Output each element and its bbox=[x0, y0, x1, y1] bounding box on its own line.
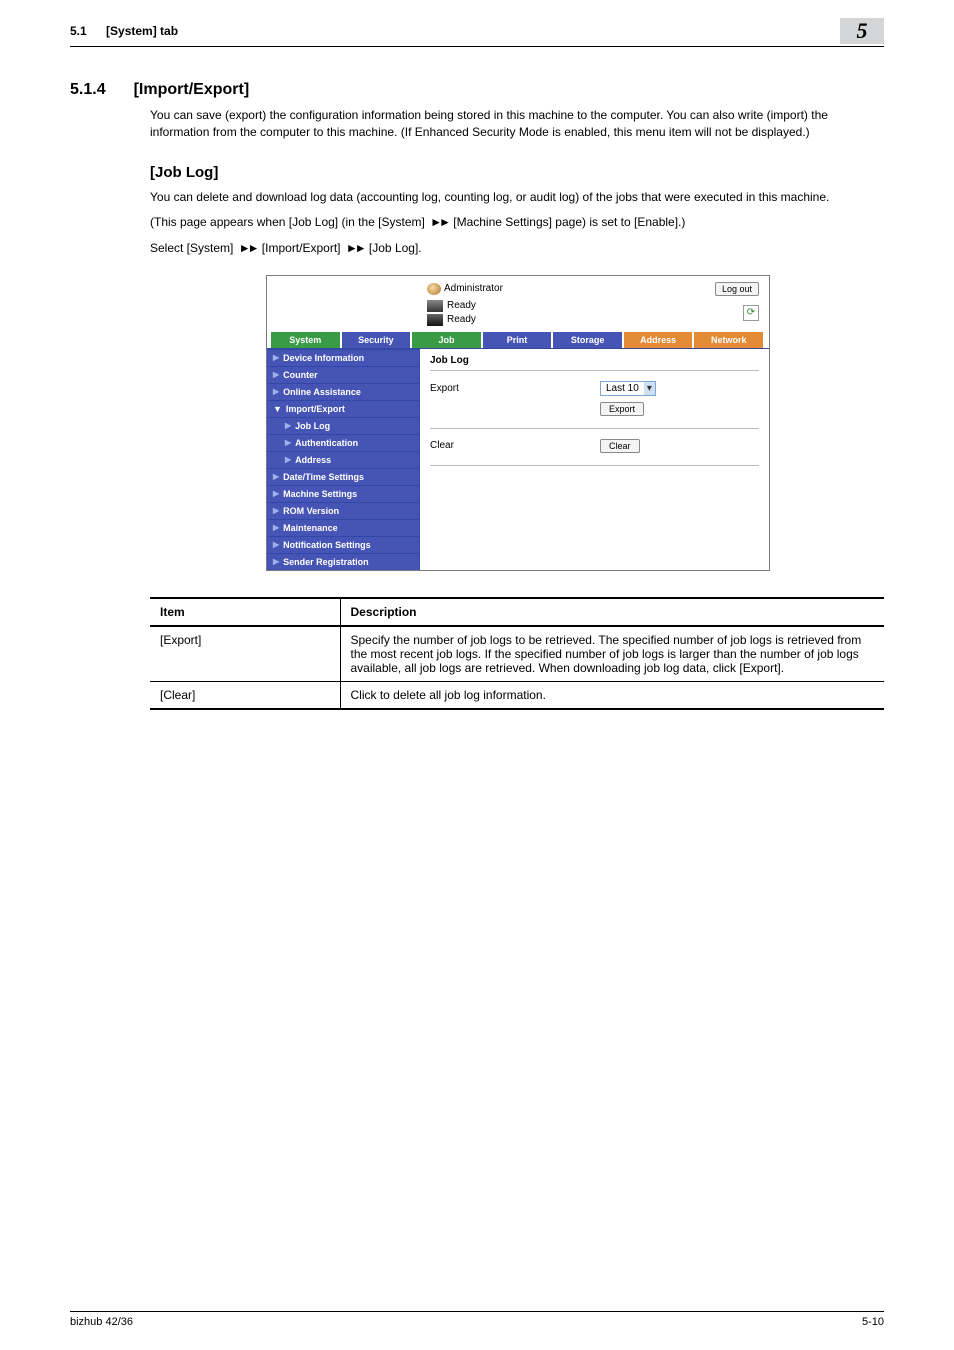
footer-page: 5-10 bbox=[862, 1316, 884, 1328]
joblog-para-1: You can delete and download log data (ac… bbox=[150, 189, 884, 206]
tab-storage[interactable]: Storage bbox=[553, 332, 622, 348]
sidebar-item-notification-settings[interactable]: ▶Notification Settings bbox=[267, 536, 419, 553]
sidebar-item-job-log[interactable]: ▶Job Log bbox=[267, 417, 419, 434]
col-header-description: Description bbox=[340, 598, 884, 626]
running-header: 5.1 [System] tab 5 bbox=[70, 24, 884, 47]
sidebar-item-sender-registration[interactable]: ▶Sender Registration bbox=[267, 553, 419, 570]
arrow-icon: ►► bbox=[428, 215, 450, 229]
export-select[interactable]: Last 10 ▾ bbox=[600, 381, 656, 396]
header-section-title: [System] tab bbox=[106, 24, 178, 38]
cell-item: [Clear] bbox=[150, 681, 340, 709]
section-number: 5.1.4 bbox=[70, 81, 106, 99]
tab-security[interactable]: Security bbox=[342, 332, 411, 348]
joblog-para-2: (This page appears when [Job Log] (in th… bbox=[150, 214, 884, 231]
refresh-button[interactable]: ⟳ bbox=[743, 305, 759, 321]
cell-item: [Export] bbox=[150, 626, 340, 682]
header-left: 5.1 [System] tab bbox=[70, 24, 178, 38]
sidebar-item-rom-version[interactable]: ▶ROM Version bbox=[267, 502, 419, 519]
arrow-icon: ►► bbox=[237, 241, 259, 255]
export-row: Export Last 10 ▾ bbox=[430, 381, 759, 396]
scanner-icon bbox=[427, 314, 443, 326]
header-section-number: 5.1 bbox=[70, 24, 87, 38]
export-label: Export bbox=[430, 383, 600, 394]
sidebar-item-date-time-settings[interactable]: ▶Date/Time Settings bbox=[267, 468, 419, 485]
chevron-down-icon: ▾ bbox=[644, 382, 655, 395]
clear-button[interactable]: Clear bbox=[600, 439, 640, 453]
sidebar-item-counter[interactable]: ▶Counter bbox=[267, 366, 419, 383]
subsection-heading: [Job Log] bbox=[150, 164, 884, 181]
clear-label: Clear bbox=[430, 440, 600, 451]
cell-desc: Click to delete all job log information. bbox=[340, 681, 884, 709]
tab-bar: System Security Job Print Storage Addres… bbox=[267, 332, 769, 349]
section-heading: 5.1.4 [Import/Export] bbox=[70, 81, 884, 99]
table-row: [Clear] Click to delete all job log info… bbox=[150, 681, 884, 709]
logout-button[interactable]: Log out bbox=[715, 282, 759, 296]
tab-address[interactable]: Address bbox=[624, 332, 693, 348]
description-table: Item Description [Export] Specify the nu… bbox=[150, 597, 884, 710]
sidebar-item-maintenance[interactable]: ▶Maintenance bbox=[267, 519, 419, 536]
tab-print[interactable]: Print bbox=[483, 332, 552, 348]
chapter-number: 5 bbox=[857, 18, 868, 44]
sidebar-item-online-assistance[interactable]: ▶Online Assistance bbox=[267, 383, 419, 400]
joblog-para-3: Select [System] ►► [Import/Export] ►► [J… bbox=[150, 240, 884, 257]
main-panel: Job Log Export Last 10 ▾ Export bbox=[420, 349, 769, 506]
user-icon bbox=[427, 283, 441, 295]
chapter-badge: 5 bbox=[840, 18, 884, 44]
page-footer: bizhub 42/36 5-10 bbox=[70, 1311, 884, 1328]
footer-model: bizhub 42/36 bbox=[70, 1316, 133, 1328]
arrow-icon: ►► bbox=[344, 241, 366, 255]
col-header-item: Item bbox=[150, 598, 340, 626]
user-label: Administrator bbox=[444, 283, 503, 294]
sidebar: ▶Device Information ▶Counter ▶Online Ass… bbox=[267, 349, 420, 570]
tab-network[interactable]: Network bbox=[694, 332, 763, 348]
clear-row: Clear Clear bbox=[430, 439, 759, 453]
page-title: Job Log bbox=[430, 355, 759, 366]
scanner-status: Ready bbox=[427, 314, 476, 326]
embedded-screenshot: Administrator Log out Ready Ready bbox=[266, 275, 768, 571]
section-title: [Import/Export] bbox=[134, 81, 250, 99]
sidebar-item-device-information[interactable]: ▶Device Information bbox=[267, 349, 419, 366]
sidebar-item-authentication[interactable]: ▶Authentication bbox=[267, 434, 419, 451]
export-button[interactable]: Export bbox=[600, 402, 644, 416]
section-intro: You can save (export) the configuration … bbox=[150, 107, 884, 142]
tab-job[interactable]: Job bbox=[412, 332, 481, 348]
user-indicator: Administrator bbox=[427, 283, 503, 295]
sidebar-item-address[interactable]: ▶Address bbox=[267, 451, 419, 468]
tab-system[interactable]: System bbox=[271, 332, 340, 348]
printer-status: Ready bbox=[427, 300, 476, 312]
export-select-value: Last 10 bbox=[601, 382, 644, 395]
table-row: [Export] Specify the number of job logs … bbox=[150, 626, 884, 682]
cell-desc: Specify the number of job logs to be ret… bbox=[340, 626, 884, 682]
sidebar-item-machine-settings[interactable]: ▶Machine Settings bbox=[267, 485, 419, 502]
printer-icon bbox=[427, 300, 443, 312]
sidebar-item-import-export[interactable]: ▼ Import/Export bbox=[267, 400, 419, 417]
